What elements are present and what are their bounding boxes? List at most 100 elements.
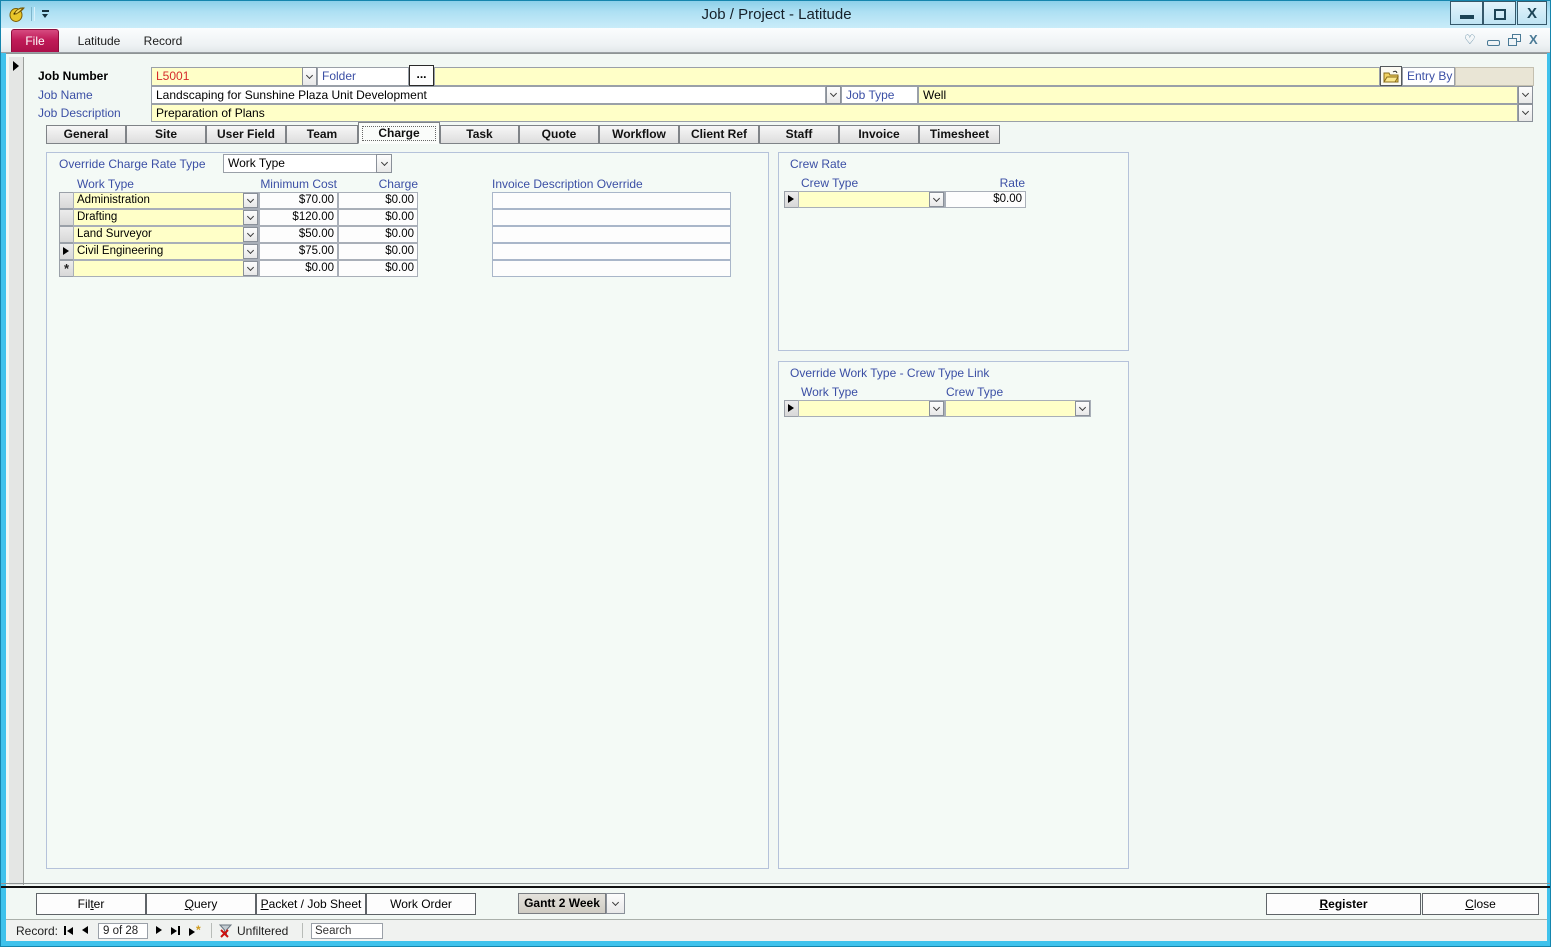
invoice-description-override-field[interactable]	[492, 243, 731, 260]
job-number-combo[interactable]: L5001	[151, 67, 303, 86]
charge-cell[interactable]: $0.00	[338, 192, 418, 209]
record-selector-arrow-icon	[13, 61, 19, 71]
job-name-label: Job Name	[38, 88, 93, 102]
invoice-description-override-field[interactable]	[492, 226, 731, 243]
tab-invoice[interactable]: Invoice	[839, 125, 919, 144]
minimum-cost-cell[interactable]: $70.00	[259, 192, 338, 209]
ribbon-tab-file[interactable]: File	[11, 29, 59, 52]
mdi-close-icon[interactable]: X	[1529, 32, 1538, 47]
ribbon-bar: File Latitude Record	[1, 28, 1551, 53]
folder-browse-button[interactable]: ...	[409, 65, 434, 86]
first-record-button[interactable]	[64, 926, 73, 935]
ribbon-tab-record[interactable]: Record	[135, 32, 191, 52]
invoice-description-override-field[interactable]	[492, 192, 731, 209]
filter-button[interactable]: Filter	[36, 893, 146, 915]
tab-general[interactable]: General	[46, 125, 126, 144]
minimum-cost-cell[interactable]: $0.00	[259, 260, 338, 277]
tab-site[interactable]: Site	[126, 125, 206, 144]
tab-staff[interactable]: Staff	[759, 125, 839, 144]
tab-team[interactable]: Team	[286, 125, 358, 144]
row-selector-current[interactable]	[784, 400, 799, 417]
window-bottom-border	[1, 941, 1551, 947]
tab-workflow[interactable]: Workflow	[599, 125, 679, 144]
row-selector-new[interactable]: *	[59, 260, 74, 277]
crew-type-combo[interactable]	[798, 191, 945, 208]
previous-record-button[interactable]	[82, 926, 88, 934]
override-charge-rate-type-label: Override Charge Rate Type	[59, 157, 206, 171]
link-crew-type-combo[interactable]	[945, 400, 1091, 417]
row-selector-current[interactable]	[59, 243, 74, 260]
work-type-combo[interactable]: Drafting	[73, 209, 259, 226]
invoice-description-override-field[interactable]	[492, 209, 731, 226]
unfiltered-status[interactable]: Unfiltered	[237, 924, 288, 938]
charge-cell[interactable]: $0.00	[338, 226, 418, 243]
maximize-button[interactable]	[1483, 1, 1516, 25]
record-selector-strip[interactable]	[9, 57, 24, 885]
tab-quote[interactable]: Quote	[519, 125, 599, 144]
query-button[interactable]: Query	[146, 893, 256, 915]
charge-cell[interactable]: $0.00	[338, 243, 418, 260]
new-record-button[interactable]: *	[189, 926, 201, 937]
dropdown-icon[interactable]	[243, 210, 258, 225]
divider	[302, 923, 303, 938]
next-record-icon	[156, 926, 162, 934]
job-description-dropdown-icon[interactable]	[1518, 104, 1533, 122]
row-selector[interactable]	[59, 192, 74, 209]
minimize-button[interactable]	[1450, 1, 1483, 25]
mdi-minimize-icon[interactable]	[1487, 40, 1500, 46]
job-number-dropdown-icon[interactable]	[302, 67, 317, 86]
dropdown-icon[interactable]	[243, 227, 258, 242]
mdi-restore-icon[interactable]	[1508, 38, 1517, 46]
tab-timesheet[interactable]: Timesheet	[919, 125, 1000, 144]
dropdown-icon[interactable]	[929, 192, 944, 207]
dropdown-icon[interactable]	[243, 261, 258, 276]
search-input[interactable]	[311, 923, 383, 939]
ribbon-tab-latitude[interactable]: Latitude	[69, 32, 129, 52]
row-selector[interactable]	[59, 226, 74, 243]
entry-by-button[interactable]	[1380, 66, 1402, 86]
dropdown-icon[interactable]	[929, 401, 944, 416]
tab-charge[interactable]: Charge	[358, 122, 440, 144]
charge-cell[interactable]: $0.00	[338, 209, 418, 226]
invoice-description-override-field[interactable]	[492, 260, 731, 277]
folder-field[interactable]	[434, 67, 1380, 86]
work-type-combo[interactable]	[73, 260, 259, 277]
next-record-button[interactable]	[156, 926, 162, 934]
dropdown-icon[interactable]	[243, 244, 258, 259]
job-type-dropdown-icon[interactable]	[1518, 86, 1533, 104]
gantt-2-week-button[interactable]: Gantt 2 Week	[518, 893, 606, 914]
dropdown-icon[interactable]	[1075, 401, 1090, 416]
override-charge-rate-type-combo[interactable]: Work Type	[223, 154, 377, 173]
charge-cell[interactable]: $0.00	[338, 260, 418, 277]
job-name-field[interactable]: Landscaping for Sunshine Plaza Unit Deve…	[151, 86, 826, 104]
rate-cell[interactable]: $0.00	[945, 191, 1026, 208]
link-work-type-combo[interactable]	[798, 400, 945, 417]
work-order-button[interactable]: Work Order	[366, 893, 476, 915]
tab-user-field[interactable]: User Field	[206, 125, 286, 144]
minimum-cost-cell[interactable]: $50.00	[259, 226, 338, 243]
override-charge-rate-type-dropdown-icon[interactable]	[376, 154, 392, 173]
job-description-field[interactable]: Preparation of Plans	[151, 104, 1518, 122]
work-type-combo[interactable]: Administration	[73, 192, 259, 209]
tab-client-ref[interactable]: Client Ref	[679, 125, 759, 144]
last-record-button[interactable]	[171, 926, 180, 935]
work-type-combo[interactable]: Civil Engineering	[73, 243, 259, 260]
row-selector[interactable]	[59, 209, 74, 226]
minimum-cost-cell[interactable]: $120.00	[259, 209, 338, 226]
register-button[interactable]: Register	[1266, 893, 1421, 915]
record-position-box[interactable]: 9 of 28	[98, 923, 148, 939]
close-window-button[interactable]: X	[1517, 1, 1547, 25]
job-type-field[interactable]: Well	[918, 86, 1518, 104]
packet-job-sheet-button[interactable]: Packet / Job Sheet	[256, 893, 366, 915]
row-selector-current[interactable]	[784, 191, 799, 208]
current-record-arrow-icon	[63, 247, 69, 255]
ribbon-collapse-icon[interactable]: ♡	[1464, 32, 1476, 48]
work-type-combo[interactable]: Land Surveyor	[73, 226, 259, 243]
close-button[interactable]: Close	[1422, 893, 1539, 915]
job-name-dropdown-icon[interactable]	[826, 86, 841, 104]
job-description-label: Job Description	[38, 106, 121, 120]
minimum-cost-cell[interactable]: $75.00	[259, 243, 338, 260]
tab-task[interactable]: Task	[440, 125, 519, 144]
gantt-dropdown-icon[interactable]	[606, 893, 625, 914]
dropdown-icon[interactable]	[243, 193, 258, 208]
